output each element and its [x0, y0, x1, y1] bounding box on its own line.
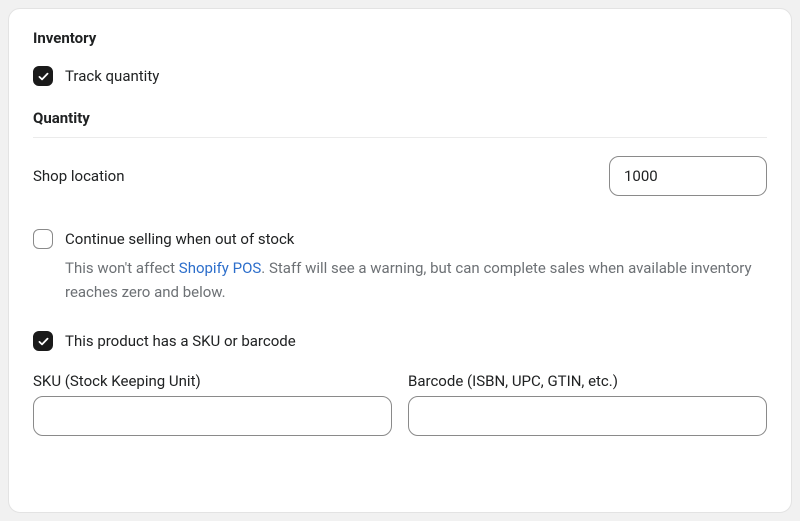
continue-selling-row: Continue selling when out of stock	[33, 228, 767, 250]
quantity-location-row: Shop location	[33, 156, 767, 196]
continue-selling-helper: This won't affect Shopify POS. Staff wil…	[65, 256, 767, 304]
track-quantity-label: Track quantity	[65, 65, 159, 87]
has-sku-label: This product has a SKU or barcode	[65, 330, 296, 352]
inventory-title: Inventory	[33, 29, 767, 47]
sku-field-wrapper: SKU (Stock Keeping Unit)	[33, 372, 392, 436]
track-quantity-checkbox[interactable]	[33, 66, 53, 86]
inventory-card: Inventory Track quantity Quantity Shop l…	[8, 8, 792, 513]
continue-selling-checkbox[interactable]	[33, 229, 53, 249]
shopify-pos-link[interactable]: Shopify POS	[179, 259, 262, 277]
helper-prefix: This won't affect	[65, 259, 179, 277]
has-sku-row: This product has a SKU or barcode	[33, 330, 767, 352]
location-label: Shop location	[33, 167, 124, 185]
sku-input[interactable]	[33, 396, 392, 436]
barcode-label: Barcode (ISBN, UPC, GTIN, etc.)	[408, 372, 767, 390]
has-sku-checkbox[interactable]	[33, 331, 53, 351]
barcode-input[interactable]	[408, 396, 767, 436]
barcode-field-wrapper: Barcode (ISBN, UPC, GTIN, etc.)	[408, 372, 767, 436]
quantity-title: Quantity	[33, 109, 767, 127]
divider	[33, 137, 767, 138]
check-icon	[37, 70, 50, 83]
check-icon	[37, 335, 50, 348]
sku-label: SKU (Stock Keeping Unit)	[33, 372, 392, 390]
location-quantity-input[interactable]	[609, 156, 767, 196]
sku-barcode-fields: SKU (Stock Keeping Unit) Barcode (ISBN, …	[33, 372, 767, 436]
continue-selling-label: Continue selling when out of stock	[65, 228, 294, 250]
track-quantity-row: Track quantity	[33, 65, 767, 87]
